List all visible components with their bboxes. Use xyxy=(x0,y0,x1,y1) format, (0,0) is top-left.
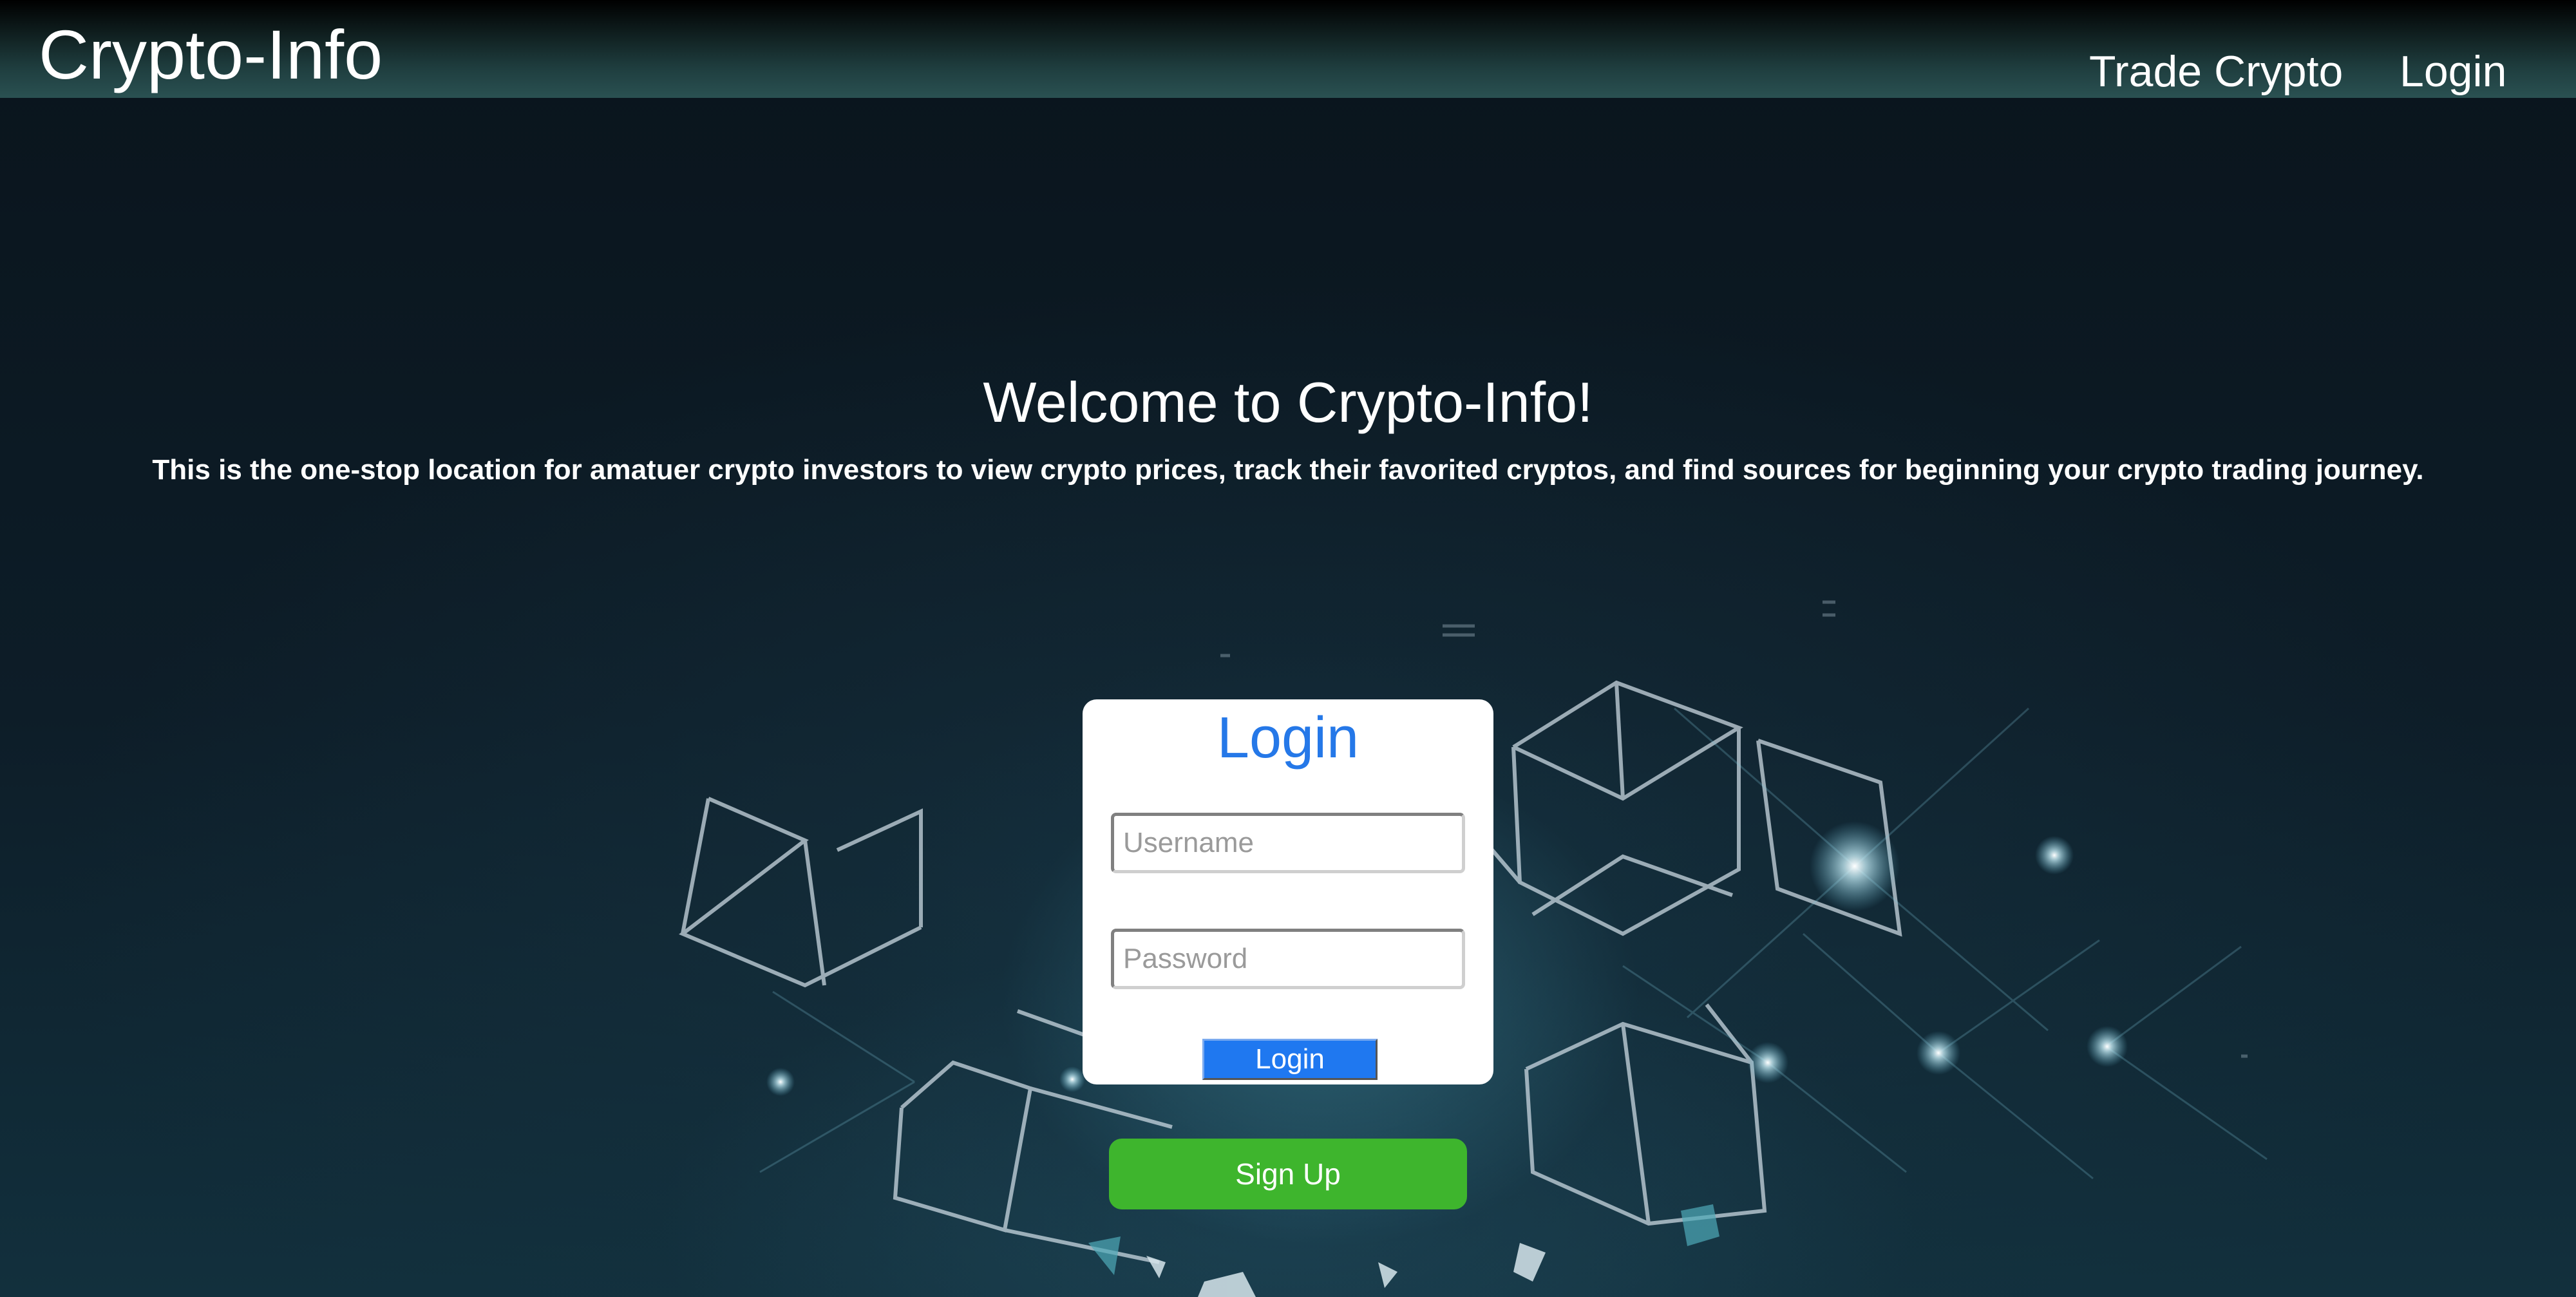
login-form-title: Login xyxy=(1217,706,1359,770)
signup-button[interactable]: Sign Up xyxy=(1109,1139,1467,1209)
brand-logo-text[interactable]: Crypto-Info xyxy=(39,13,383,97)
nav-link-login[interactable]: Login xyxy=(2400,43,2506,100)
background-image xyxy=(0,0,2576,1297)
page: Crypto-Info Trade Crypto Login Welcome t… xyxy=(0,0,2576,1297)
welcome-heading: Welcome to Crypto-Info! xyxy=(983,370,1593,434)
top-navbar: Crypto-Info Trade Crypto Login xyxy=(0,0,2576,98)
password-input[interactable] xyxy=(1111,929,1465,989)
background-cubes-graphic xyxy=(679,600,2268,1297)
username-input[interactable] xyxy=(1111,813,1465,873)
welcome-description: This is the one-stop location for amatue… xyxy=(152,454,2424,486)
login-submit-button[interactable]: Login xyxy=(1202,1039,1378,1080)
nav-link-trade-crypto[interactable]: Trade Crypto xyxy=(2089,43,2343,100)
login-form-card: Login Login xyxy=(1083,699,1493,1084)
